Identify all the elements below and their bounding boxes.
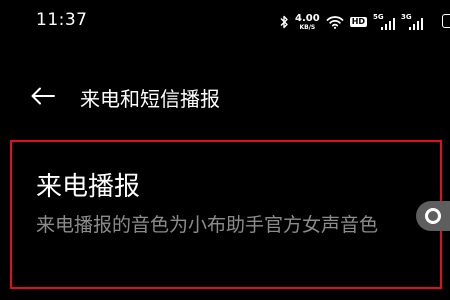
page-header: 来电和短信播报	[0, 74, 450, 118]
status-icons: 4.00 KB/S HD 5G 3G	[279, 11, 429, 33]
battery-icon	[442, 14, 450, 28]
hd-badge: HD	[349, 16, 368, 28]
incoming-call-announcement-setting[interactable]: 来电播报 来电播报的音色为小布助手官方女声音色	[10, 140, 450, 289]
wifi-icon	[326, 15, 344, 29]
network-speed: 4.00 KB/S	[295, 12, 320, 31]
page-title: 来电和短信播报	[80, 87, 220, 111]
status-time: 11:37	[36, 10, 88, 30]
signal-icon: 5G	[373, 14, 396, 30]
signal-icon: 3G	[401, 14, 424, 30]
toggle-knob	[425, 208, 441, 224]
network-speed-unit: KB/S	[299, 23, 316, 31]
status-bar: 11:37 4.00 KB/S HD 5G 3G	[0, 0, 450, 44]
network-speed-value: 4.00	[295, 12, 320, 24]
setting-title: 来电播报	[36, 172, 141, 202]
back-arrow-icon	[31, 87, 55, 105]
bluetooth-icon	[279, 15, 289, 29]
back-button[interactable]	[28, 82, 58, 110]
announcement-toggle[interactable]	[416, 201, 450, 231]
setting-description: 来电播报的音色为小布助手官方女声音色	[36, 214, 379, 236]
